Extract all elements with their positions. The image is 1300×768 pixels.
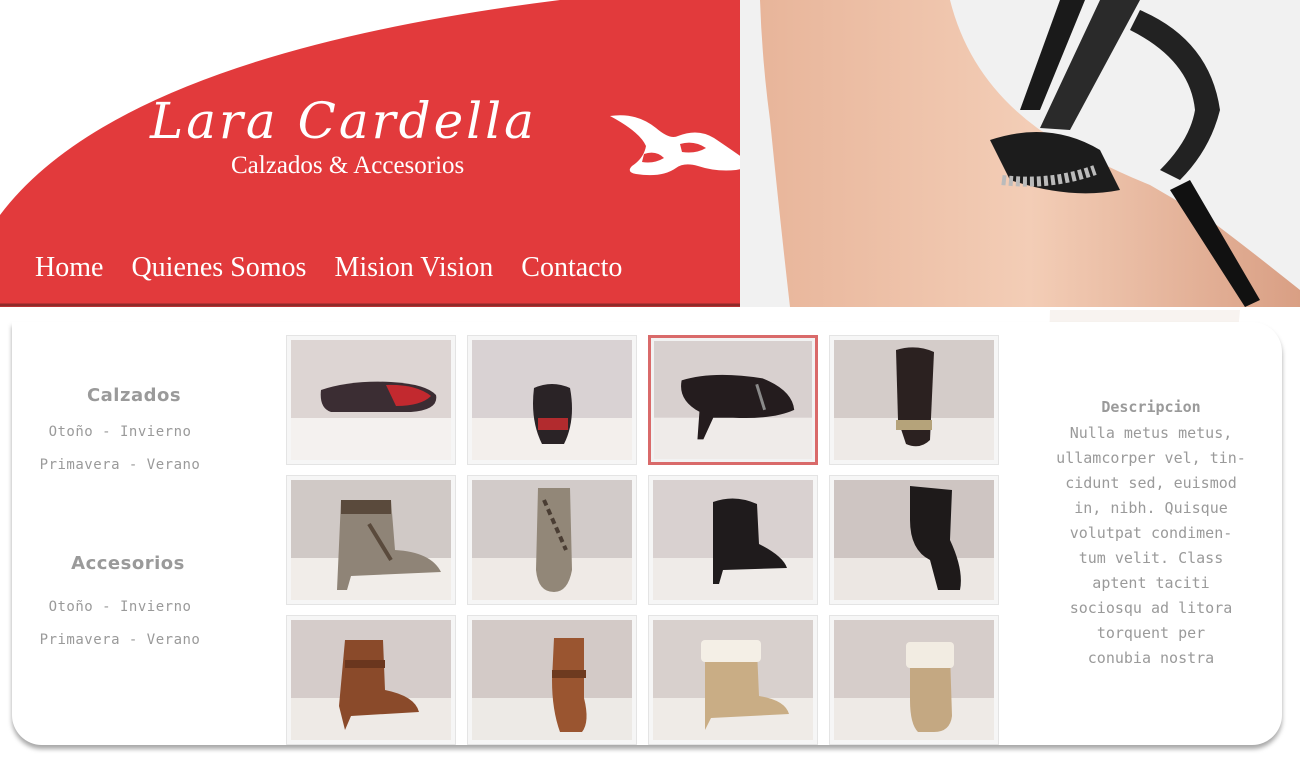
product-photo — [653, 620, 813, 740]
category-title-calzados: Calzados — [86, 385, 182, 406]
description-title: Descripcion — [1101, 398, 1201, 416]
brand-subtitle: Calzados & Accesorios — [231, 152, 465, 179]
leg-heel-hero-image — [740, 0, 1300, 307]
nav-contacto[interactable]: Contacto — [521, 252, 622, 284]
description-line: Nulla metus metus, — [1069, 424, 1233, 442]
product-photo — [472, 620, 632, 740]
main-nav: Home Quienes Somos Mision Vision Contact… — [35, 252, 650, 284]
description-line: conubia nostra — [1087, 649, 1215, 667]
product-photo — [834, 340, 994, 460]
nav-quienes-somos[interactable]: Quienes Somos — [131, 252, 306, 284]
description-line: in, nibh. Quisque — [1074, 499, 1228, 517]
product-thumbnail-taupe-lace-up-ankle-boot[interactable] — [286, 475, 456, 605]
product-thumbnail-beige-fur-trim-wedge-boot[interactable] — [648, 615, 818, 745]
stylized-shoe-logo-icon — [610, 115, 747, 176]
product-photo — [834, 620, 994, 740]
product-thumbnail-black-leather-bootie-side[interactable] — [829, 475, 999, 605]
nav-home[interactable]: Home — [35, 252, 103, 284]
product-photo — [472, 480, 632, 600]
product-thumbnail-beige-fur-trim-wedge-boot-side[interactable] — [829, 615, 999, 745]
description-line: cidunt sed, euismod — [1065, 474, 1237, 492]
product-photo — [653, 480, 813, 600]
brand-title[interactable]: Lara Cardella — [150, 92, 537, 150]
site-header: Lara Cardella Calzados & Accesorios Home… — [0, 0, 1300, 307]
product-photo — [654, 341, 812, 459]
description-line: tum velit. Class — [1078, 549, 1224, 567]
product-thumbnail-taupe-lace-up-ankle-boot-front[interactable] — [467, 475, 637, 605]
product-thumbnail-black-red-ballet-flat-front[interactable] — [467, 335, 637, 465]
product-photo — [291, 480, 451, 600]
product-photo — [291, 620, 451, 740]
product-thumbnail-brown-wedge-ankle-boot-side[interactable] — [467, 615, 637, 745]
product-thumbnail-brown-wedge-ankle-boot[interactable] — [286, 615, 456, 745]
accesorios-primavera-verano-link[interactable]: Primavera - Verano — [0, 632, 240, 648]
description-line: sociosqu ad litora — [1069, 599, 1233, 617]
nav-mision-vision[interactable]: Mision Vision — [334, 252, 493, 284]
product-thumbnail-black-fringe-heel-pump[interactable] — [829, 335, 999, 465]
category-title-accesorios: Accesorios — [71, 553, 185, 574]
description-body: Nulla metus metus, ullamcorper vel, tin-c… — [1040, 421, 1262, 671]
product-thumbnail-black-red-ballet-flat[interactable] — [286, 335, 456, 465]
product-thumbnail-black-leather-heel-bootie[interactable] — [648, 475, 818, 605]
description-line: aptent taciti — [1092, 574, 1210, 592]
description-line: volutpat condimen- — [1069, 524, 1233, 542]
calzados-otono-invierno-link[interactable]: Otoño - Invierno — [0, 424, 240, 440]
product-photo — [291, 340, 451, 460]
product-photo — [472, 340, 632, 460]
product-photo — [834, 480, 994, 600]
accesorios-otono-invierno-link[interactable]: Otoño - Invierno — [0, 599, 240, 615]
description-line: ullamcorper vel, tin- — [1056, 449, 1246, 467]
product-thumbnail-black-suede-heel-pump[interactable] — [648, 335, 818, 465]
description-line: torquent per — [1096, 624, 1206, 642]
calzados-primavera-verano-link[interactable]: Primavera - Verano — [0, 457, 240, 473]
